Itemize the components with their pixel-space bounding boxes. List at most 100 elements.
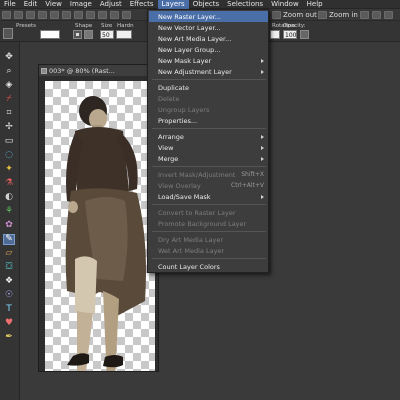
text-tool-icon[interactable]: T: [3, 304, 15, 315]
tools-palette: ✥ ⌕ ◈ ⌿ ⌗ ✢ ▭ ◌ ✦ ⚗ ◐ ⚘ ✿ ✎ ▱ ⛋ ❖ ☉ T ♥ …: [0, 42, 20, 400]
copy-button[interactable]: [86, 10, 95, 20]
color-changer-icon[interactable]: ◐: [3, 192, 15, 203]
menu-separator: [152, 128, 266, 129]
paste-button[interactable]: [98, 10, 107, 20]
document-title-bar: 003* @ 80% (Rast...: [39, 65, 158, 76]
fit-window-button[interactable]: [372, 10, 381, 20]
blend-mode-button[interactable]: [300, 30, 309, 39]
zoom-tool-icon[interactable]: ⌕: [3, 66, 15, 77]
convert-to-raster-item[interactable]: Convert to Raster Layer: [149, 207, 268, 218]
menu-effects[interactable]: Effects: [126, 0, 158, 9]
menu-separator: [152, 231, 266, 232]
undo-button[interactable]: [50, 10, 59, 20]
round-shape-button[interactable]: [73, 30, 82, 39]
zoom-out-icon: [272, 11, 281, 19]
promote-background-item[interactable]: Promote Background Layer: [149, 218, 268, 229]
paint-brush-icon[interactable]: ✎: [3, 234, 15, 245]
layers-menu-dropdown: New Raster Layer... New Vector Layer... …: [147, 9, 269, 273]
menu-objects[interactable]: Objects: [189, 0, 223, 9]
menu-file[interactable]: File: [0, 0, 20, 9]
zoom-in-label: Zoom in: [329, 11, 358, 19]
cut-button[interactable]: [74, 10, 83, 20]
crop-tool-icon[interactable]: ⌗: [3, 108, 15, 119]
straighten-tool-icon[interactable]: ⌿: [3, 94, 15, 105]
presets-label: Presets: [16, 23, 37, 29]
freehand-selection-icon[interactable]: ◌: [3, 150, 15, 161]
dry-art-media-item[interactable]: Dry Art Media Layer: [149, 234, 268, 245]
ungroup-layers-item[interactable]: Ungroup Layers: [149, 104, 268, 115]
zoom-in-icon: [318, 11, 327, 19]
size-field[interactable]: 50: [100, 30, 114, 39]
crop-button[interactable]: [110, 10, 119, 20]
menu-separator: [152, 79, 266, 80]
new-file-button[interactable]: [2, 10, 11, 20]
pen-tool-icon[interactable]: ✒: [3, 332, 15, 343]
delete-item[interactable]: Delete: [149, 93, 268, 104]
deform-tool-icon[interactable]: ◈: [3, 80, 15, 91]
new-art-media-layer-item[interactable]: New Art Media Layer...: [149, 33, 268, 44]
submenu-arrow-icon: [261, 156, 264, 161]
selection-tool-icon[interactable]: ▭: [3, 136, 15, 147]
menu-help[interactable]: Help: [303, 0, 327, 9]
full-screen-button[interactable]: [360, 10, 369, 20]
pan-tool-icon[interactable]: ✥: [3, 52, 15, 63]
menu-image[interactable]: Image: [66, 0, 96, 9]
new-layer-group-item[interactable]: New Layer Group...: [149, 44, 268, 55]
save-button[interactable]: [26, 10, 35, 20]
properties-item[interactable]: Properties...: [149, 115, 268, 126]
arrange-item[interactable]: Arrange: [149, 131, 268, 142]
makeover-icon[interactable]: ✿: [3, 220, 15, 231]
wet-art-media-item[interactable]: Wet Art Media Layer: [149, 245, 268, 256]
menu-separator: [152, 166, 266, 167]
clone-brush-icon[interactable]: ⚘: [3, 206, 15, 217]
paint-bucket-icon[interactable]: ⛋: [3, 262, 15, 273]
opacity-field[interactable]: 100: [283, 30, 297, 39]
presets-dropdown[interactable]: [40, 30, 60, 39]
actual-size-button[interactable]: [384, 10, 393, 20]
menu-edit[interactable]: Edit: [20, 0, 42, 9]
menu-window[interactable]: Window: [267, 0, 303, 9]
dropper-icon[interactable]: ⚗: [3, 178, 15, 189]
menu-view[interactable]: View: [41, 0, 66, 9]
menu-adjust[interactable]: Adjust: [96, 0, 126, 9]
new-vector-layer-item[interactable]: New Vector Layer...: [149, 22, 268, 33]
image-canvas[interactable]: [45, 81, 155, 371]
square-shape-button[interactable]: [84, 30, 93, 39]
preset-shape-icon[interactable]: ♥: [3, 318, 15, 329]
magic-wand-icon[interactable]: ✦: [3, 164, 15, 175]
submenu-arrow-icon: [261, 145, 264, 150]
smudge-icon[interactable]: ☉: [3, 290, 15, 301]
zoom-in-button[interactable]: Zoom in: [318, 10, 358, 20]
load-save-mask-item[interactable]: Load/Save Mask: [149, 191, 268, 202]
menu-layers[interactable]: Layers: [157, 0, 189, 9]
submenu-arrow-icon: [261, 194, 264, 199]
print-button[interactable]: [38, 10, 47, 20]
view-item[interactable]: View: [149, 142, 268, 153]
new-raster-layer-item[interactable]: New Raster Layer...: [149, 11, 268, 22]
menu-selections[interactable]: Selections: [223, 0, 267, 9]
size-label: Size: [101, 23, 113, 29]
resize-button[interactable]: [122, 10, 131, 20]
merge-item[interactable]: Merge: [149, 153, 268, 164]
open-file-button[interactable]: [14, 10, 23, 20]
invert-mask-item[interactable]: Invert Mask/Adjustment Shift+X: [149, 169, 268, 180]
hardness-field[interactable]: [116, 30, 132, 39]
new-adjustment-layer-item[interactable]: New Adjustment Layer: [149, 66, 268, 77]
redo-button[interactable]: [62, 10, 71, 20]
new-file-icon: [2, 11, 11, 19]
rotation-field[interactable]: [270, 30, 280, 39]
redo-icon: [62, 11, 71, 19]
view-overlay-shortcut: Ctrl+Alt+V: [231, 182, 264, 189]
eraser-icon[interactable]: ▱: [3, 248, 15, 259]
move-tool-icon[interactable]: ✢: [3, 122, 15, 133]
duplicate-item[interactable]: Duplicate: [149, 82, 268, 93]
count-layer-colors-item[interactable]: Count Layer Colors: [149, 261, 268, 272]
undo-icon: [50, 11, 59, 19]
folder-icon: [14, 11, 23, 19]
view-overlay-item[interactable]: View Overlay Ctrl+Alt+V: [149, 180, 268, 191]
zoom-out-button[interactable]: Zoom out: [272, 10, 317, 20]
picture-tube-icon[interactable]: ❖: [3, 276, 15, 287]
paste-icon: [98, 11, 107, 19]
new-mask-layer-item[interactable]: New Mask Layer: [149, 55, 268, 66]
photo-woman-sepia: [65, 96, 146, 371]
